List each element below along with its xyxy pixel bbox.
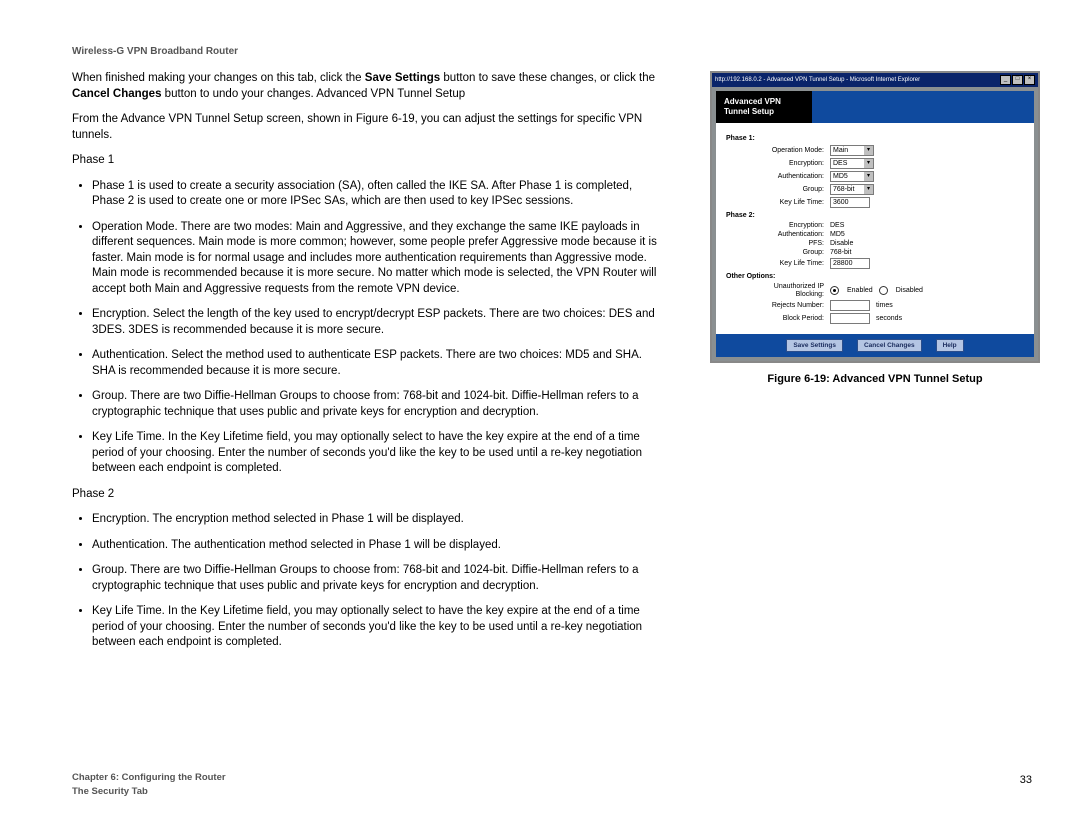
label-auth: Authentication: xyxy=(746,173,824,180)
figure-column: http://192.168.0.2 - Advanced VPN Tunnel… xyxy=(710,71,1040,661)
close-icon[interactable]: × xyxy=(1024,75,1035,85)
label-encryption2: Encryption: xyxy=(746,222,824,229)
section-other: Other Options: xyxy=(726,273,1024,280)
list-item: Key Life Time. In the Key Lifetime field… xyxy=(92,430,662,477)
document-header: Wireless-G VPN Broadband Router xyxy=(72,46,1040,57)
minimize-icon[interactable]: _ xyxy=(1000,75,1011,85)
panel-header: Advanced VPN Tunnel Setup xyxy=(716,91,1034,123)
page-number: 33 xyxy=(1020,774,1032,786)
list-item: Encryption. Select the length of the key… xyxy=(92,307,662,338)
chevron-down-icon: ▾ xyxy=(864,185,873,194)
page-footer: Chapter 6: Configuring the Router The Se… xyxy=(72,771,226,798)
list-item: Authentication. The authentication metho… xyxy=(92,538,662,554)
input-klt-1[interactable]: 3600 xyxy=(830,197,870,208)
select-op-mode[interactable]: Main▾ xyxy=(830,145,874,156)
list-item: Encryption. The encryption method select… xyxy=(92,512,662,528)
chevron-down-icon: ▾ xyxy=(864,146,873,155)
label-group: Group: xyxy=(746,186,824,193)
list-item: Operation Mode. There are two modes: Mai… xyxy=(92,220,662,298)
select-auth-1[interactable]: MD5▾ xyxy=(830,171,874,182)
list-item: Phase 1 is used to create a security ass… xyxy=(92,179,662,210)
label-group2: Group: xyxy=(746,249,824,256)
phase2-list: Encryption. The encryption method select… xyxy=(72,512,662,651)
chevron-down-icon: ▾ xyxy=(864,172,873,181)
cancel-button[interactable]: Cancel Changes xyxy=(857,339,922,352)
input-block[interactable] xyxy=(830,313,870,324)
chevron-down-icon: ▾ xyxy=(864,159,873,168)
intro-paragraph: When finished making your changes on thi… xyxy=(72,71,662,102)
label-encryption: Encryption: xyxy=(746,160,824,167)
label-klt: Key Life Time: xyxy=(746,199,824,206)
figure-caption: Figure 6-19: Advanced VPN Tunnel Setup xyxy=(710,373,1040,385)
section-phase1: Phase 1: xyxy=(726,135,1024,142)
body-text-column: When finished making your changes on thi… xyxy=(72,71,662,661)
value-encryption-2: DES xyxy=(830,222,844,229)
value-auth-2: MD5 xyxy=(830,231,845,238)
phase2-heading: Phase 2 xyxy=(72,487,662,503)
label-unauth: Unauthorized IP Blocking: xyxy=(746,283,824,298)
window-titlebar: http://192.168.0.2 - Advanced VPN Tunnel… xyxy=(712,73,1038,87)
phase1-list: Phase 1 is used to create a security ass… xyxy=(72,179,662,477)
value-group-2: 768-bit xyxy=(830,249,851,256)
label-klt2: Key Life Time: xyxy=(746,260,824,267)
radio-disabled[interactable] xyxy=(879,286,888,295)
list-item: Authentication. Select the method used t… xyxy=(92,348,662,379)
paragraph-setup: From the Advance VPN Tunnel Setup screen… xyxy=(72,112,662,143)
label-op-mode: Operation Mode: xyxy=(746,147,824,154)
select-group-1[interactable]: 768-bit▾ xyxy=(830,184,874,195)
select-encryption-1[interactable]: DES▾ xyxy=(830,158,874,169)
help-button[interactable]: Help xyxy=(936,339,964,352)
window-title: http://192.168.0.2 - Advanced VPN Tunnel… xyxy=(715,77,920,83)
section-phase2: Phase 2: xyxy=(726,212,1024,219)
label-block: Block Period: xyxy=(746,315,824,322)
phase1-heading: Phase 1 xyxy=(72,153,662,169)
label-auth2: Authentication: xyxy=(746,231,824,238)
list-item: Group. There are two Diffie-Hellman Grou… xyxy=(92,389,662,420)
input-rejects[interactable] xyxy=(830,300,870,311)
label-rejects: Rejects Number: xyxy=(746,302,824,309)
label-pfs: PFS: xyxy=(746,240,824,247)
value-pfs: Disable xyxy=(830,240,853,247)
list-item: Group. There are two Diffie-Hellman Grou… xyxy=(92,563,662,594)
input-klt-2[interactable]: 28800 xyxy=(830,258,870,269)
list-item: Key Life Time. In the Key Lifetime field… xyxy=(92,604,662,651)
maximize-icon[interactable]: □ xyxy=(1012,75,1023,85)
radio-enabled[interactable] xyxy=(830,286,839,295)
save-button[interactable]: Save Settings xyxy=(786,339,843,352)
screenshot-window: http://192.168.0.2 - Advanced VPN Tunnel… xyxy=(710,71,1040,363)
